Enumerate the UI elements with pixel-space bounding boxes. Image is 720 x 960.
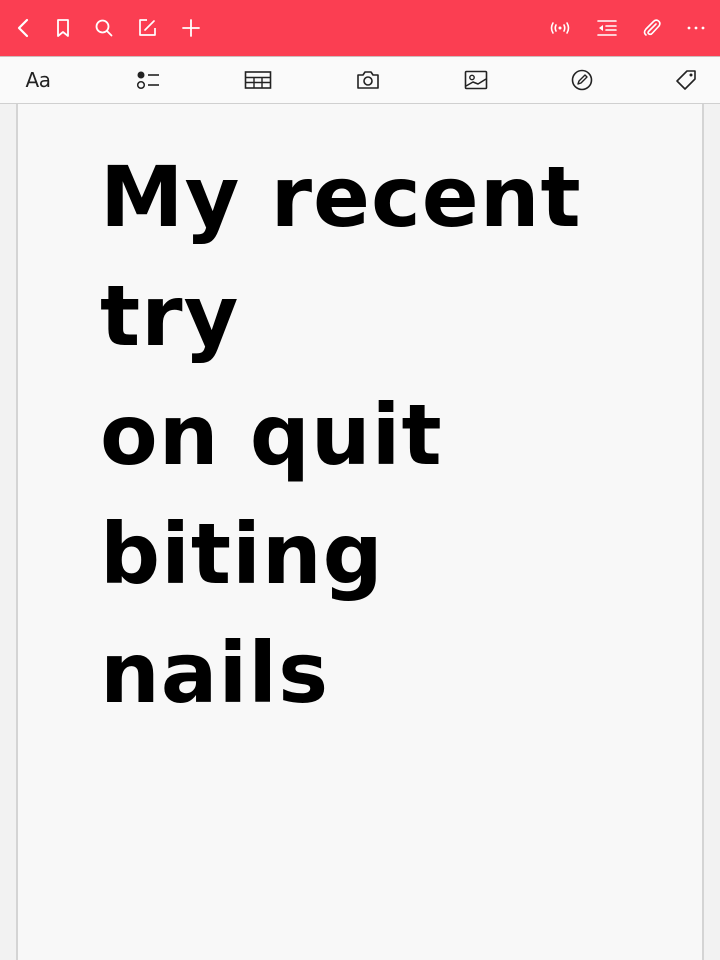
attachment-button[interactable] [636, 12, 668, 44]
image-icon [464, 70, 488, 90]
new-note-button[interactable] [131, 12, 163, 44]
tag-button[interactable] [669, 64, 703, 96]
bookmark-icon [57, 19, 69, 37]
top-app-bar [0, 0, 720, 57]
camera-icon [357, 71, 379, 89]
note-title-line: My recent [100, 148, 582, 246]
back-icon [17, 18, 29, 38]
note-title-line: try [100, 267, 240, 365]
table-button[interactable] [241, 64, 275, 96]
audio-icon [550, 22, 570, 34]
add-button[interactable] [175, 12, 207, 44]
search-button[interactable] [88, 12, 120, 44]
camera-button[interactable] [351, 64, 385, 96]
more-button[interactable] [680, 12, 712, 44]
checklist-button[interactable] [131, 64, 165, 96]
back-button[interactable] [8, 12, 40, 44]
outdent-icon [597, 20, 617, 36]
image-button[interactable] [459, 64, 493, 96]
edit-icon [139, 19, 156, 36]
sketch-icon [571, 69, 593, 91]
outdent-button[interactable] [591, 12, 623, 44]
note-title-line: on quit [100, 386, 443, 484]
format-toolbar: Aa [0, 57, 720, 104]
search-icon [95, 19, 113, 37]
note-title[interactable]: My recent try on quit biting nails [100, 138, 660, 733]
note-title-line: biting [100, 505, 384, 603]
tag-icon [676, 70, 696, 90]
text-format-button[interactable]: Aa [21, 64, 55, 96]
note-page[interactable]: My recent try on quit biting nails [16, 104, 704, 960]
add-icon [182, 19, 200, 37]
note-title-line: nails [100, 624, 330, 722]
checklist-icon [136, 71, 159, 90]
format-icon: Aa [25, 68, 51, 92]
audio-button[interactable] [544, 12, 576, 44]
bookmark-button[interactable] [47, 12, 79, 44]
sketch-button[interactable] [565, 64, 599, 96]
table-icon [244, 71, 272, 89]
more-icon [687, 26, 705, 30]
attachment-icon [643, 19, 661, 36]
